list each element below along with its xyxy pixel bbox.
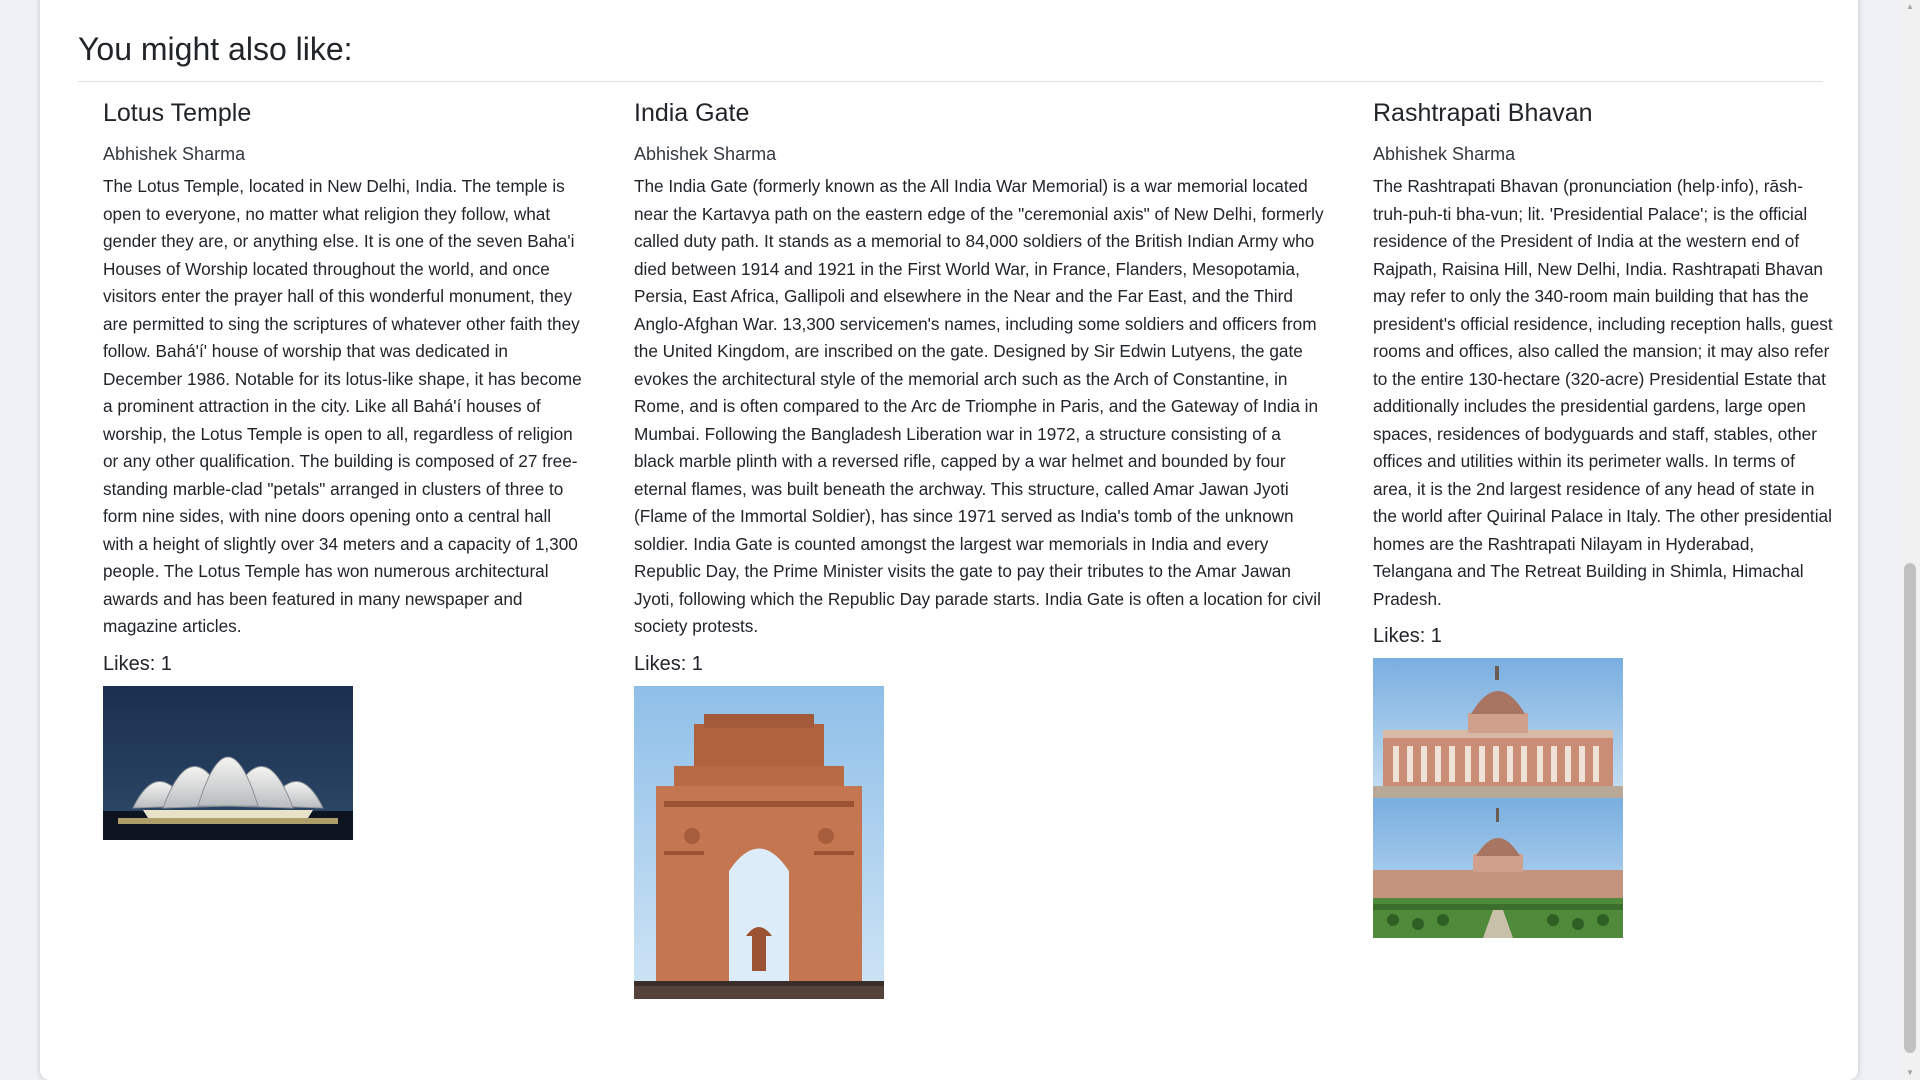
card-description: The Rashtrapati Bhavan (pronunciation (h… [1373, 176, 1833, 609]
card-title[interactable]: India Gate [634, 98, 1324, 128]
recommendation-card-lotus-temple: Lotus Temple Abhishek Sharma The Lotus T… [103, 98, 583, 840]
recommendation-card-rashtrapati-bhavan: Rashtrapati Bhavan Abhishek Sharma The R… [1373, 98, 1833, 938]
card-title[interactable]: Lotus Temple [103, 98, 583, 128]
card-title[interactable]: Rashtrapati Bhavan [1373, 98, 1833, 128]
section-title: You might also like: [78, 31, 353, 67]
card-author: Abhishek Sharma [634, 144, 777, 164]
rashtrapati-bhavan-photo[interactable] [1373, 658, 1623, 938]
card-likes: Likes: 1 [103, 652, 172, 675]
scrollbar-thumb[interactable] [1904, 563, 1916, 1053]
lotus-temple-photo[interactable] [103, 685, 353, 840]
content-panel: You might also like: Lotus Temple Abhish… [40, 0, 1858, 1080]
card-likes: Likes: 1 [1373, 625, 1442, 647]
card-author: Abhishek Sharma [103, 144, 246, 164]
india-gate-photo[interactable] [634, 685, 884, 999]
card-description: The India Gate (formerly known as the Al… [634, 176, 1324, 636]
section-divider [78, 81, 1823, 82]
card-description: The Lotus Temple, located in New Delhi, … [103, 176, 582, 636]
card-author: Abhishek Sharma [1373, 144, 1516, 164]
scroll-up-arrow-icon[interactable]: ▲ [1905, 2, 1915, 12]
card-likes: Likes: 1 [634, 652, 703, 675]
scroll-down-arrow-icon[interactable]: ▼ [1905, 1068, 1915, 1078]
page-scrollbar[interactable]: ▲ ▼ [1900, 0, 1920, 1080]
recommendation-card-india-gate: India Gate Abhishek Sharma The India Gat… [634, 98, 1324, 999]
